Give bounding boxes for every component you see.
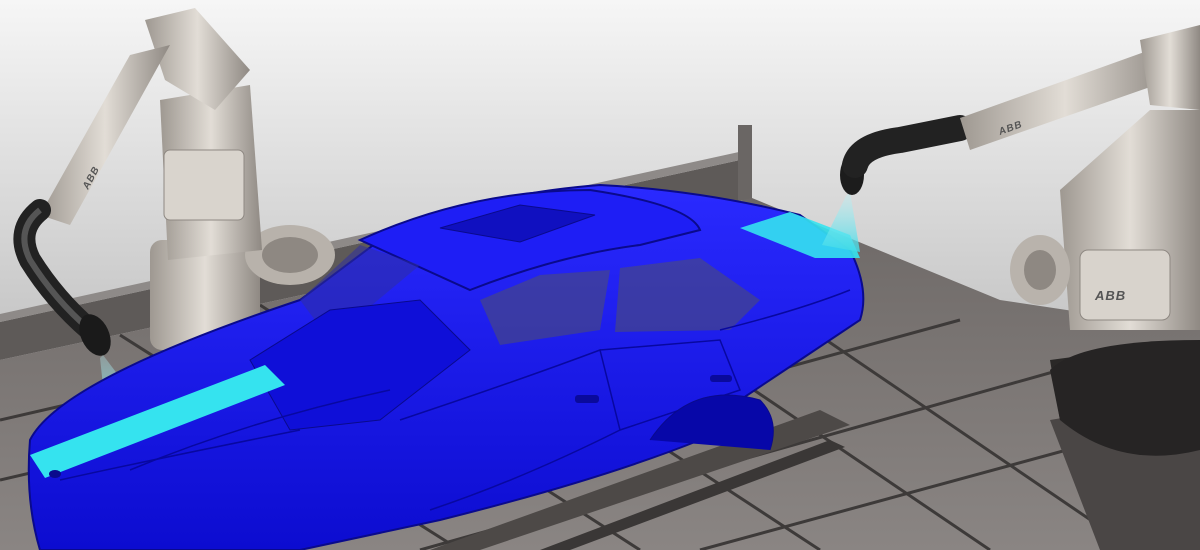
paint-robot-scene: ABB ABB ABB: [0, 0, 1200, 550]
right-robot-base-logo: ABB: [1094, 288, 1126, 303]
